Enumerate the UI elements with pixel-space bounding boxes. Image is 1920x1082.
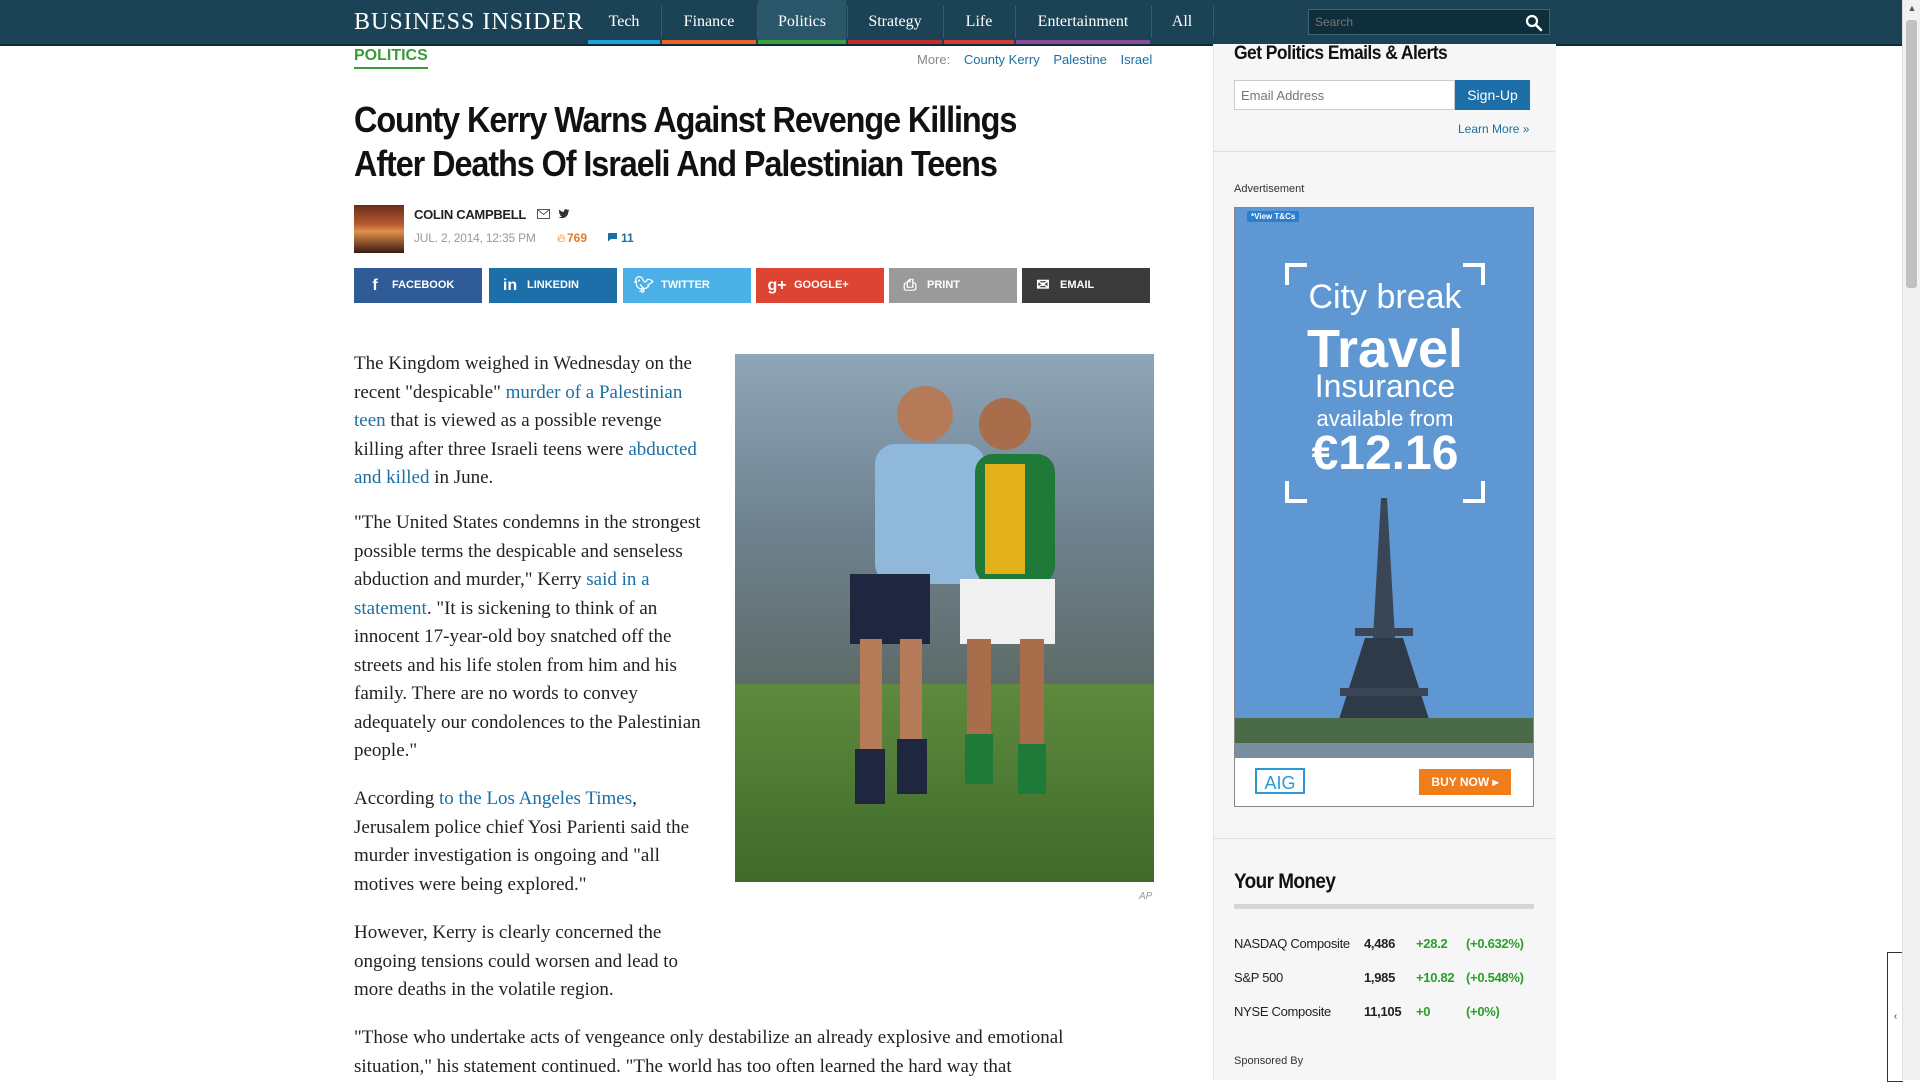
- market-percent: (+0.548%): [1466, 970, 1524, 985]
- market-name: NASDAQ Composite: [1234, 936, 1350, 951]
- ad-footer: AIG BUY NOW ▸: [1235, 758, 1533, 806]
- email-author-icon[interactable]: [537, 209, 550, 219]
- author-name[interactable]: COLIN CAMPBELL: [414, 207, 526, 222]
- market-value: 4,486: [1364, 936, 1396, 951]
- view-count: 769: [567, 231, 588, 245]
- share-linkedin-button[interactable]: in LINKEDIN: [489, 268, 617, 303]
- printer-icon: ⎙: [903, 277, 917, 294]
- your-money-underline: [1234, 904, 1534, 909]
- article-paragraph: The Kingdom weighed in Wednesday on the …: [354, 350, 714, 493]
- photo-credit: AP: [1139, 891, 1153, 902]
- twitter-icon: 🐦︎: [633, 277, 655, 294]
- email-field[interactable]: [1234, 80, 1455, 110]
- flame-icon: 🔥︎: [557, 231, 566, 245]
- eiffel-tower-image: [1235, 498, 1533, 758]
- market-value: 11,105: [1364, 1004, 1402, 1019]
- nav-item-strategy[interactable]: Strategy: [848, 0, 942, 44]
- alerts-title: Get Politics Emails & Alerts: [1234, 43, 1448, 64]
- learn-more-link[interactable]: Learn More »: [1458, 122, 1529, 136]
- share-label: PRINT: [927, 279, 960, 291]
- ad-price: €12.16: [1311, 427, 1459, 480]
- market-row[interactable]: NYSE Composite 11,105 +0 (+0%): [1234, 1004, 1534, 1026]
- search-box: [1308, 9, 1550, 35]
- share-email-button[interactable]: ✉ EMAIL: [1022, 268, 1150, 303]
- page-scrollbar[interactable]: ▲: [1902, 0, 1920, 1080]
- your-money-title: Your Money: [1234, 870, 1336, 893]
- nav-item-finance[interactable]: Finance: [662, 0, 756, 44]
- article-paragraph: According to the Los Angeles Times, Jeru…: [354, 785, 714, 899]
- related-tags: More: County Kerry Palestine Israel: [917, 52, 1152, 67]
- text-run: According: [354, 788, 439, 809]
- market-change: +10.82: [1416, 970, 1455, 985]
- share-label: LINKEDIN: [527, 279, 579, 291]
- share-label: FACEBOOK: [392, 279, 455, 291]
- more-label: More:: [917, 52, 951, 67]
- top-navigation-bar: BUSINESS INSIDER Tech Finance Politics S…: [0, 0, 1902, 46]
- nav-divider: [1213, 6, 1214, 38]
- market-name: NYSE Composite: [1234, 1004, 1331, 1019]
- facebook-icon: f: [372, 277, 378, 294]
- article-paragraph: "Those who undertake acts of vengeance o…: [354, 1027, 1064, 1077]
- share-label: GOOGLE+: [794, 279, 849, 291]
- linkedin-icon: in: [502, 277, 518, 294]
- market-change: +0: [1416, 1004, 1431, 1019]
- market-percent: (+0%): [1466, 1004, 1500, 1019]
- share-facebook-button[interactable]: f FACEBOOK: [354, 268, 482, 303]
- football-players-image: [735, 354, 1154, 882]
- section-label[interactable]: POLITICS: [354, 47, 428, 69]
- market-row[interactable]: NASDAQ Composite 4,486 +28.2 (+0.632%): [1234, 936, 1534, 958]
- tag-link[interactable]: Israel: [1120, 52, 1152, 67]
- share-googleplus-button[interactable]: g+ GOOGLE+: [756, 268, 884, 303]
- market-row[interactable]: S&P 500 1,985 +10.82 (+0.548%): [1234, 970, 1534, 992]
- sponsored-by-label: Sponsored By: [1234, 1055, 1304, 1067]
- article-paragraph: "The United States condemns in the stron…: [354, 509, 714, 766]
- ad-terms-link[interactable]: *View T&Cs: [1247, 211, 1300, 222]
- search-icon[interactable]: [1525, 14, 1543, 32]
- text-run: in June.: [429, 467, 494, 488]
- author-avatar[interactable]: [354, 205, 404, 253]
- advertisement-banner[interactable]: *View T&Cs City break Travel Insurance a…: [1234, 207, 1534, 807]
- nav-item-tech[interactable]: Tech: [588, 0, 660, 44]
- sidebar-divider: [1213, 838, 1555, 839]
- market-change: +28.2: [1416, 936, 1448, 951]
- ad-buy-now-button[interactable]: BUY NOW ▸: [1419, 769, 1511, 795]
- comment-count[interactable]: 11: [621, 231, 634, 245]
- share-twitter-button[interactable]: 🐦︎ TWITTER: [623, 268, 751, 303]
- market-name: S&P 500: [1234, 970, 1283, 985]
- text-run: that is viewed as a possible revenge kil…: [354, 410, 662, 460]
- tag-link[interactable]: Palestine: [1053, 52, 1106, 67]
- google-plus-icon: g+: [767, 277, 787, 294]
- text-run: . "It is sickening to think of an innoce…: [354, 597, 701, 762]
- side-feedback-tab[interactable]: ‹: [1887, 952, 1903, 1082]
- article-headline: County Kerry Warns Against Revenge Killi…: [354, 99, 1017, 184]
- scrollbar-thumb[interactable]: [1906, 20, 1917, 288]
- ad-brand-logo: AIG: [1255, 768, 1305, 794]
- ad-headline: City break: [1308, 278, 1462, 316]
- ad-headline: Insurance: [1314, 368, 1456, 404]
- site-logo[interactable]: BUSINESS INSIDER: [354, 9, 584, 36]
- advertisement-label: Advertisement: [1234, 183, 1305, 195]
- sidebar-divider: [1213, 151, 1555, 152]
- nav-item-all[interactable]: All: [1152, 0, 1212, 44]
- print-button[interactable]: ⎙ PRINT: [889, 268, 1017, 303]
- share-label: TWITTER: [661, 279, 710, 291]
- article-paragraph: However, Kerry is clearly concerned the …: [354, 922, 679, 1000]
- scroll-up-arrow-icon[interactable]: ▲: [1903, 0, 1920, 16]
- signup-button[interactable]: Sign-Up: [1455, 80, 1530, 110]
- comment-icon[interactable]: [607, 232, 618, 242]
- tag-link[interactable]: County Kerry: [964, 52, 1040, 67]
- market-percent: (+0.632%): [1466, 936, 1524, 951]
- envelope-icon: ✉: [1036, 277, 1050, 294]
- nav-item-entertainment[interactable]: Entertainment: [1016, 0, 1150, 44]
- market-value: 1,985: [1364, 970, 1396, 985]
- search-input[interactable]: [1309, 10, 1521, 34]
- nav-item-politics[interactable]: Politics: [758, 0, 846, 44]
- share-label: EMAIL: [1060, 279, 1095, 291]
- inline-link[interactable]: to the Los Angeles Times: [439, 788, 632, 809]
- article-photo[interactable]: [735, 354, 1154, 882]
- publish-date: JUL. 2, 2014, 12:35 PM: [414, 231, 536, 245]
- nav-item-life[interactable]: Life: [944, 0, 1014, 44]
- twitter-author-icon[interactable]: [558, 208, 570, 220]
